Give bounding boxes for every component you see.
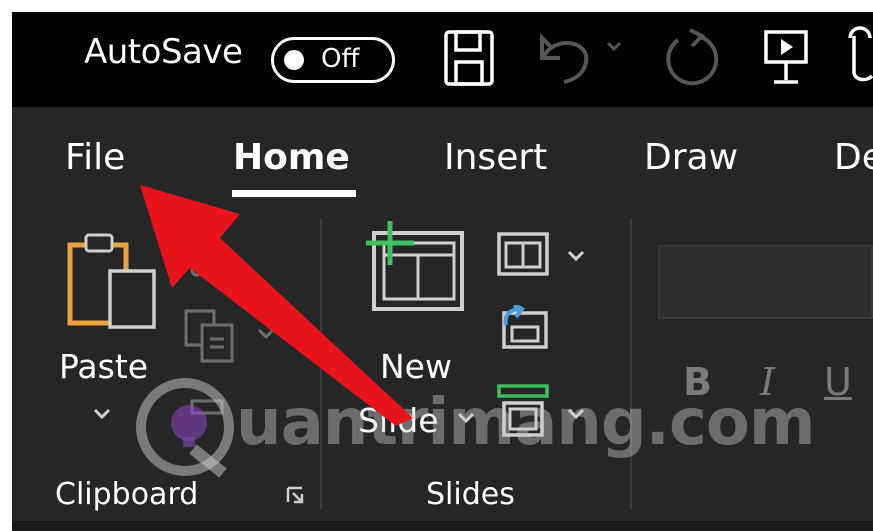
annotation-arrow-icon bbox=[140, 185, 413, 426]
powerpoint-window: AutoSave Off File Home Insert Draw De Pa… bbox=[0, 0, 873, 531]
